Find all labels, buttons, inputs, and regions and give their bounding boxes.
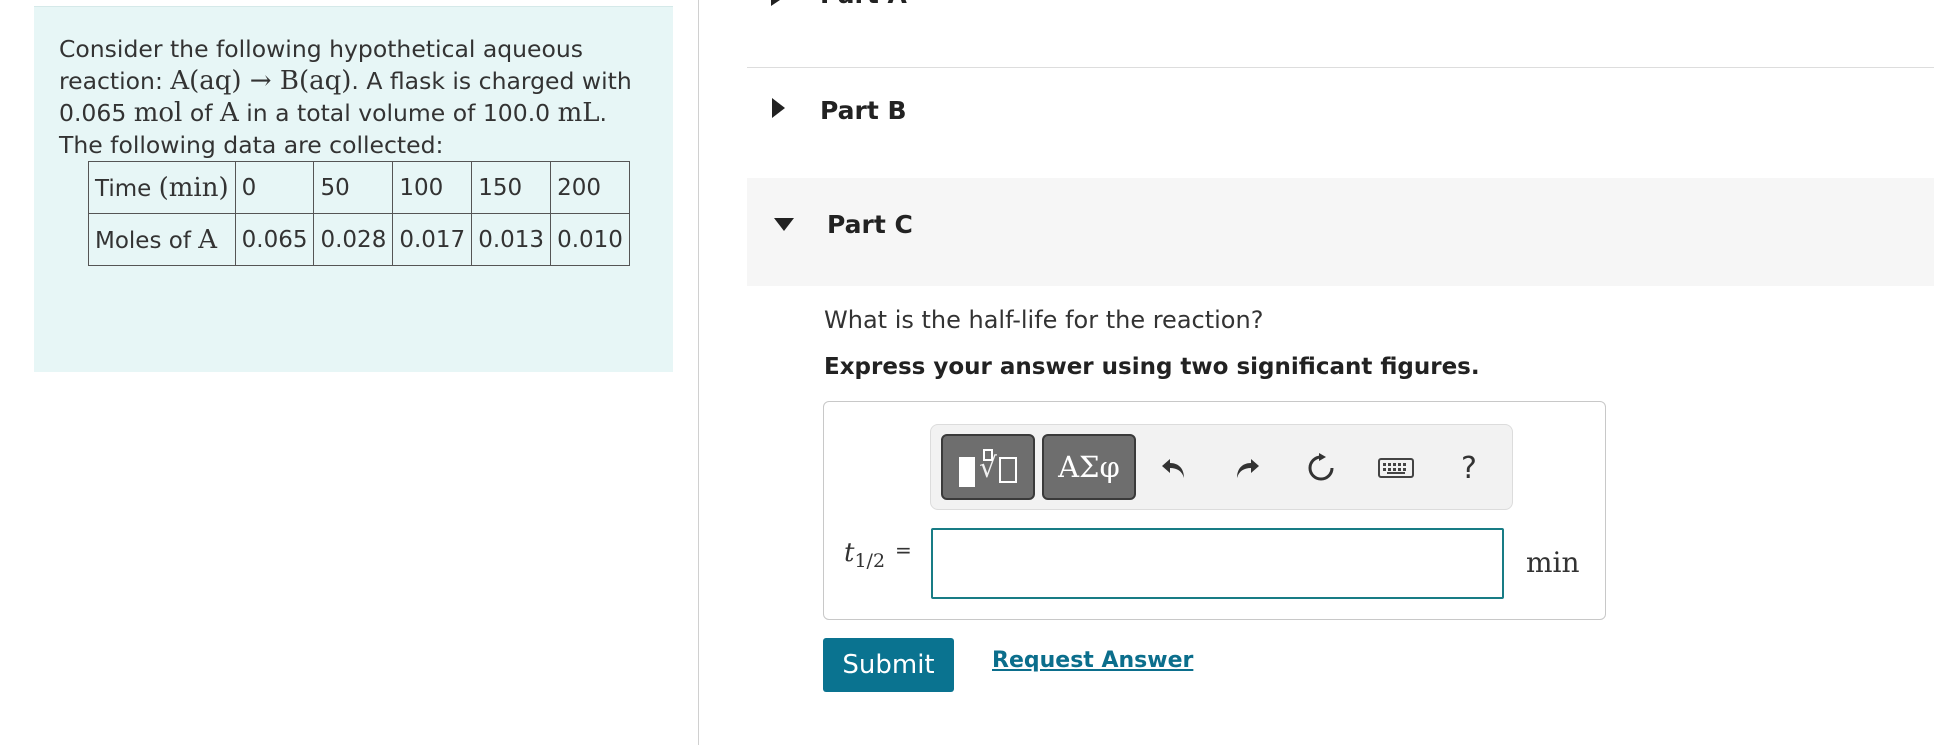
part-c-title: Part C xyxy=(827,210,913,239)
part-b-header[interactable]: Part B xyxy=(747,68,1934,178)
table-row: Time (min) 0 50 100 150 200 xyxy=(88,161,630,214)
time-label: Time xyxy=(95,175,159,202)
table-row-header: Moles of A xyxy=(88,213,236,266)
data-table: Time (min) 0 50 100 150 200 Moles of A 0… xyxy=(88,161,630,266)
moles-label: Moles of xyxy=(95,227,199,254)
math-toolbar: √ ΑΣφ ? xyxy=(930,424,1513,510)
table-cell: 50 xyxy=(313,161,394,214)
table-cell: 0.028 xyxy=(313,213,394,266)
help-icon[interactable]: ? xyxy=(1448,447,1490,489)
table-cell: 0.017 xyxy=(392,213,473,266)
part-c-header[interactable]: Part C xyxy=(747,178,1934,286)
reset-icon[interactable] xyxy=(1300,447,1342,489)
submit-button[interactable]: Submit xyxy=(823,638,954,692)
caret-right-icon xyxy=(772,98,785,118)
request-answer-link[interactable]: Request Answer xyxy=(992,648,1193,673)
problem-panel: Consider the following hypothetical aque… xyxy=(34,6,673,372)
time-unit: (min) xyxy=(158,172,229,203)
undo-icon[interactable] xyxy=(1153,447,1195,489)
answer-box: √ ΑΣφ ? t1/2 = min xyxy=(823,401,1606,620)
table-cell: 200 xyxy=(550,161,630,214)
caret-down-icon xyxy=(774,218,794,231)
table-row: Moles of A 0.065 0.028 0.017 0.013 0.010 xyxy=(88,213,630,266)
species-a: A xyxy=(219,98,239,128)
answer-input[interactable] xyxy=(931,528,1504,599)
keyboard-icon[interactable] xyxy=(1375,447,1417,489)
part-a-title[interactable]: Part A xyxy=(820,0,907,9)
part-b-title: Part B xyxy=(820,96,907,125)
table-row-header: Time (min) xyxy=(88,161,236,214)
table-cell: 150 xyxy=(471,161,552,214)
equals-sign: = xyxy=(895,538,912,562)
placeholder-box-icon xyxy=(998,457,1017,483)
variable-subscript: 1/2 xyxy=(854,550,886,573)
half-life-label: t1/2 = xyxy=(844,538,912,572)
problem-statement: Consider the following hypothetical aque… xyxy=(59,33,649,161)
table-cell: 0.013 xyxy=(471,213,552,266)
redo-icon[interactable] xyxy=(1226,447,1268,489)
caret-right-icon[interactable] xyxy=(771,0,783,6)
panel-divider xyxy=(698,0,699,745)
problem-text-part: of xyxy=(182,99,220,127)
table-cell: 0 xyxy=(234,161,315,214)
templates-button[interactable]: √ xyxy=(941,434,1035,500)
greek-symbols-button[interactable]: ΑΣφ xyxy=(1042,434,1136,500)
question-text: What is the half-life for the reaction? xyxy=(824,306,1264,334)
unit-mol: mol xyxy=(133,98,183,128)
unit-label: min xyxy=(1526,546,1580,579)
instruction-text: Express your answer using two significan… xyxy=(824,354,1480,380)
table-cell: 0.065 xyxy=(234,213,315,266)
variable-symbol: t xyxy=(844,538,855,568)
reaction-equation: A(aq) → B(aq) xyxy=(170,66,352,96)
unit-ml: mL xyxy=(557,98,600,128)
problem-text-part: in a total volume of 100.0 xyxy=(238,99,558,127)
table-cell: 0.010 xyxy=(550,213,630,266)
template-block-icon xyxy=(959,457,976,487)
species-a: A xyxy=(198,224,218,255)
radical-icon: √ xyxy=(979,448,997,484)
table-cell: 100 xyxy=(392,161,473,214)
